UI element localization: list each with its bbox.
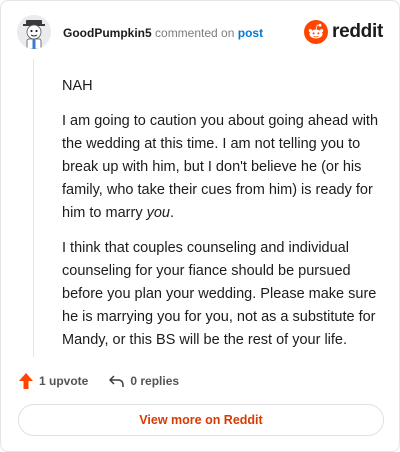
reply-arrow-icon <box>109 375 125 387</box>
user-avatar[interactable] <box>17 15 51 49</box>
comment-paragraph: NAH <box>62 78 93 94</box>
upvote-count: 1 upvote <box>39 374 89 388</box>
username[interactable]: GoodPumpkin5 <box>63 26 152 40</box>
reddit-comment-embed: GoodPumpkin5 commented on post reddit NA… <box>0 0 400 452</box>
comment-meta: GoodPumpkin5 commented on post <box>63 26 263 40</box>
replies-button[interactable]: 0 replies <box>108 373 179 389</box>
comment-body: NAH I am going to caution you about goin… <box>62 75 384 364</box>
action-text: commented on <box>155 26 235 40</box>
comment-paragraph: I think that couples counseling and indi… <box>62 240 377 348</box>
thread-line <box>33 59 34 357</box>
emphasized-text: you <box>146 205 170 221</box>
reddit-logo[interactable]: reddit <box>304 19 383 45</box>
replies-count: 0 replies <box>130 374 180 388</box>
view-more-button[interactable]: View more on Reddit <box>18 404 384 436</box>
comment-paragraph: I am going to caution you about going ah… <box>62 110 384 225</box>
upvote-arrow-icon <box>19 373 33 389</box>
post-link[interactable]: post <box>238 26 263 40</box>
reddit-wordmark: reddit <box>332 21 383 42</box>
paragraph-text: I am going to caution you about going ah… <box>62 113 379 221</box>
comment-footer: 1 upvote 0 replies <box>18 369 179 393</box>
upvote-button[interactable]: 1 upvote <box>18 372 88 390</box>
comment-header: GoodPumpkin5 commented on post reddit <box>17 15 383 55</box>
reddit-snoo-icon <box>304 20 329 44</box>
paragraph-text: . <box>169 205 175 221</box>
